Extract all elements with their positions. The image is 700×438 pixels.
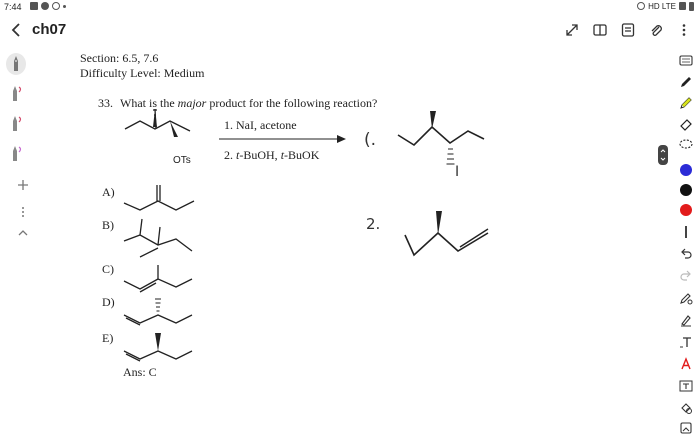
- chevron-left-icon: [11, 23, 20, 37]
- pen-rail: [2, 50, 30, 250]
- image-icon: [680, 422, 692, 434]
- answer-text: Ans: C: [123, 365, 157, 379]
- section-text: Section: 6.5, 7.6: [80, 51, 159, 65]
- handwritten-iodine: I: [455, 164, 460, 180]
- choice-b-structure: [123, 218, 193, 258]
- undo-button[interactable]: [678, 246, 694, 262]
- step2-text: 2. t-BuOH, t-BuOK: [224, 148, 320, 162]
- pen-3[interactable]: [6, 112, 26, 134]
- text-tool-icon: [680, 337, 691, 348]
- list-icon: [621, 23, 635, 37]
- highlighter-icon: [680, 97, 692, 109]
- rail-more-button[interactable]: [9, 205, 24, 219]
- paperclip-icon: [651, 25, 662, 36]
- choice-a-label: A): [102, 185, 115, 199]
- handwritten-step1-label: (.: [364, 130, 377, 150]
- choice-e-label: E): [102, 331, 114, 345]
- tool-rail: [678, 52, 694, 437]
- reaction-arrow: [219, 135, 346, 143]
- gallery-icon: [30, 2, 38, 10]
- redo-icon: [680, 270, 691, 281]
- expand-icon: [566, 24, 578, 36]
- choice-d-label: D): [102, 295, 115, 309]
- step1-text: 1. NaI, acetone: [224, 118, 297, 132]
- pen-icon: [14, 56, 18, 71]
- plus-icon: [18, 180, 28, 190]
- undo-icon: [681, 248, 692, 259]
- text-tool-button[interactable]: [678, 334, 694, 350]
- text-color-icon: [681, 357, 691, 370]
- more-vertical-icon: [682, 24, 686, 36]
- keyboard-icon: [679, 55, 693, 66]
- handwritten-product-2: [404, 211, 489, 257]
- text-box-button[interactable]: [678, 378, 694, 394]
- leaving-group-label: OTs: [173, 155, 191, 166]
- shape-pen-button[interactable]: [678, 290, 694, 306]
- handwritten-step2-label: 2.: [366, 215, 381, 233]
- alarm-icon: [637, 2, 646, 10]
- redo-button[interactable]: [678, 268, 694, 284]
- list-button[interactable]: [620, 22, 636, 38]
- pen-settings-icon: [681, 315, 691, 327]
- eraser-button[interactable]: [678, 116, 694, 132]
- page-title: ch07: [32, 21, 67, 38]
- pen-icon: [13, 146, 22, 161]
- pen-2[interactable]: [6, 82, 26, 104]
- handwritten-product-1: [397, 111, 485, 165]
- difficulty-text: Difficulty Level: Medium: [80, 66, 205, 80]
- document-page[interactable]: Section: 6.5, 7.6 Difficulty Level: Medi…: [30, 45, 660, 435]
- lasso-button[interactable]: [678, 137, 694, 153]
- pen-icon: [13, 116, 22, 131]
- status-time: 7:44: [4, 2, 22, 12]
- back-button[interactable]: [8, 21, 26, 39]
- highlighter-button[interactable]: [678, 95, 694, 111]
- settings-icon: [52, 2, 60, 10]
- more-button[interactable]: [676, 22, 692, 38]
- book-icon: [593, 24, 607, 36]
- attach-button[interactable]: [648, 22, 664, 38]
- reactant-structure: [124, 108, 191, 137]
- shapes-button[interactable]: [678, 400, 694, 416]
- add-pen-button[interactable]: [9, 178, 28, 192]
- image-button[interactable]: [678, 420, 694, 436]
- cloud-icon: [41, 2, 49, 10]
- keyboard-button[interactable]: [678, 52, 694, 68]
- pen-settings-button[interactable]: [678, 312, 694, 328]
- choice-c-label: C): [102, 262, 114, 276]
- pen-tool-icon: [681, 77, 691, 87]
- pen-icon: [13, 86, 22, 101]
- chevron-up-icon: [18, 230, 28, 236]
- shape-pen-icon: [680, 293, 693, 305]
- color-red-swatch[interactable]: [680, 204, 692, 216]
- status-bar: 7:44 HD LTE: [0, 0, 700, 16]
- text-box-icon: [679, 380, 693, 392]
- collapse-rail-button[interactable]: [9, 226, 28, 240]
- choice-b-label: B): [102, 218, 114, 232]
- pen-4[interactable]: [6, 142, 26, 164]
- pen-tool-button[interactable]: [678, 74, 694, 90]
- color-black-swatch[interactable]: [680, 184, 692, 196]
- text-color-button[interactable]: [678, 356, 694, 372]
- dot-icon: [63, 5, 66, 8]
- more-vertical-icon: [22, 207, 24, 217]
- question-post: product for the following reaction?: [209, 96, 378, 110]
- network-text: HD LTE: [648, 2, 676, 11]
- pen-1[interactable]: [6, 53, 26, 75]
- top-bar: ch07: [0, 18, 700, 44]
- question-number: 33.: [98, 96, 113, 110]
- stroke-width-divider: [685, 226, 687, 238]
- expand-button[interactable]: [564, 22, 580, 38]
- book-view-button[interactable]: [592, 22, 608, 38]
- color-blue-swatch[interactable]: [680, 164, 692, 176]
- shapes-icon: [681, 403, 692, 414]
- eraser-icon: [680, 119, 692, 131]
- battery-icon: [689, 2, 694, 11]
- signal-icon: [679, 2, 686, 10]
- lasso-icon: [679, 139, 693, 149]
